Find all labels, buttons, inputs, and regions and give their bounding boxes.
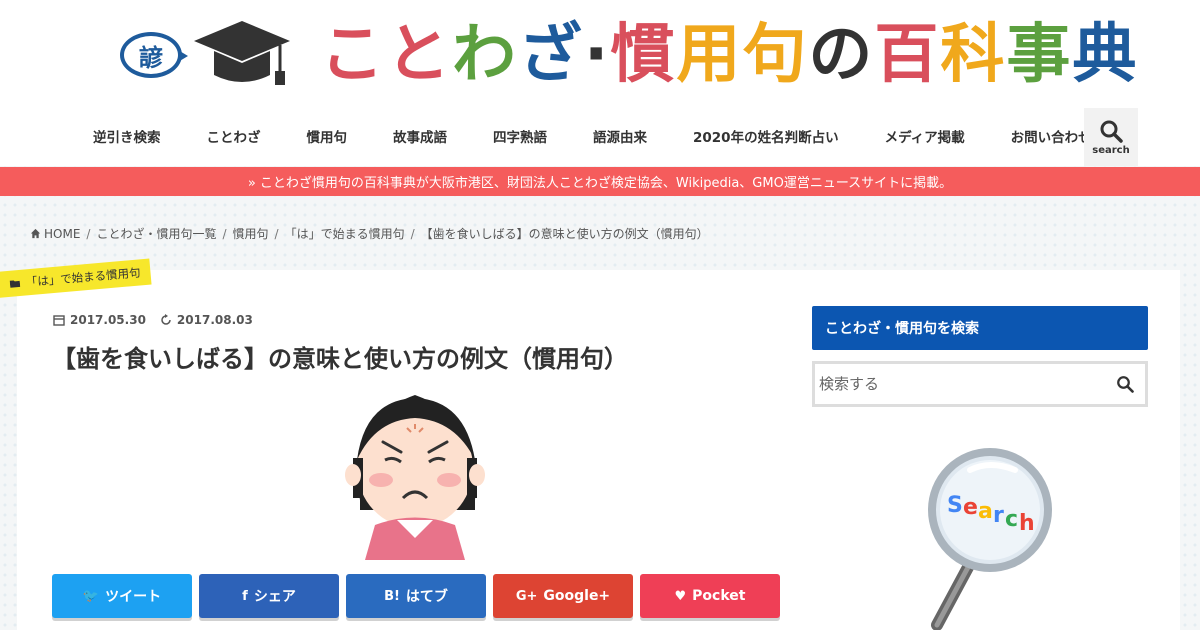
share-button-label: はてブ (405, 589, 448, 605)
nav-item[interactable]: 故事成語 (370, 126, 470, 146)
site-header: 諺 ことわざ · 慣用句の百科事典 逆引き検索 ことわざ 慣用句 故事成語 四字熟語 語源由来… (0, 0, 1200, 166)
notice-text: » ことわざ慣用句の百科事典が大阪市港区、財団法人ことわざ検定協会、Wikipe… (247, 176, 953, 191)
calendar-icon (53, 315, 65, 326)
svg-text:r: r (993, 503, 1004, 528)
nav-item[interactable]: 四字熟語 (470, 126, 570, 146)
svg-text:a: a (978, 499, 993, 524)
graduation-cap-icon (194, 21, 290, 85)
sidebar-search-box (812, 361, 1148, 407)
search-icon (1100, 120, 1123, 143)
logo-title-char: 事 (1006, 18, 1073, 92)
logo-title-char: と (386, 18, 452, 92)
home-icon (30, 228, 41, 239)
header-search-button[interactable]: search (1084, 108, 1138, 166)
share-button-hatena[interactable]: B! はてブ (346, 574, 486, 618)
svg-text:S: S (947, 493, 963, 518)
twitter-icon: 🐦 (82, 588, 100, 604)
logo-title-char: 典 (1072, 18, 1139, 92)
breadcrumb-link[interactable]: 「は」で始まる慣用句 (285, 225, 405, 242)
nav-item[interactable]: メディア掲載 (862, 126, 988, 146)
logo-title-char: 句 (742, 18, 809, 92)
sidebar-search-input[interactable] (815, 364, 1105, 404)
logo-title-char: の (808, 18, 875, 92)
nav-item[interactable]: 語源由来 (570, 126, 670, 146)
hatena-icon: B! (384, 588, 400, 604)
share-buttons: 🐦 ツイート f シェア B! はてブ G+ Google+ ♥ Pocket (52, 574, 780, 618)
category-text: 「は」で始まる慣用句 (25, 265, 142, 290)
breadcrumb-separator: / (86, 226, 91, 241)
share-button-googleplus[interactable]: G+ Google+ (493, 574, 633, 618)
logo-title-char: わ (452, 18, 518, 92)
googleplus-icon: G+ (515, 588, 538, 604)
breadcrumb-link[interactable]: 慣用句 (233, 225, 269, 242)
main-nav: 逆引き検索 ことわざ 慣用句 故事成語 四字熟語 語源由来 2020年の姓名判断占い メディア… (70, 108, 1115, 164)
breadcrumb-separator: / (222, 226, 227, 241)
nav-item[interactable]: 慣用句 (284, 126, 371, 146)
breadcrumb: HOME / ことわざ・慣用句一覧 / 慣用句 / 「は」で始まる慣用句 / 【歯を食いしばる】… (30, 225, 709, 242)
folder-icon (9, 280, 21, 288)
magnifier-search-illustration: S e a r c h (928, 448, 1052, 630)
logo-badge-text: 諺 (139, 43, 163, 72)
svg-text:e: e (963, 495, 978, 520)
logo-title-char: 百 (874, 18, 941, 92)
site-logo[interactable]: 諺 ことわざ · 慣用句の百科事典 (120, 10, 1138, 100)
svg-text:h: h (1019, 511, 1035, 536)
share-button-label: ツイート (105, 589, 162, 605)
share-button-twitter[interactable]: 🐦 ツイート (52, 574, 192, 618)
share-button-facebook[interactable]: f シェア (199, 574, 339, 618)
published-text: 2017.05.30 (70, 313, 146, 327)
search-label: search (1092, 144, 1130, 156)
breadcrumb-current: 【歯を食いしばる】の意味と使い方の例文（慣用句） (420, 227, 709, 241)
breadcrumb-link[interactable]: HOME (44, 227, 80, 241)
published-date: 2017.05.30 (53, 313, 146, 327)
breadcrumb-separator: / (274, 226, 279, 241)
sidebar-search-heading: ことわざ・慣用句を検索 (812, 306, 1148, 350)
sidebar-heading-text: ことわざ・慣用句を検索 (825, 321, 979, 337)
logo-title-char: 科 (940, 18, 1007, 92)
breadcrumb-link[interactable]: ことわざ・慣用句一覧 (96, 225, 216, 242)
logo-title-char: こ (320, 18, 386, 92)
article-title: 【歯を食いしばる】の意味と使い方の例文（慣用句） (52, 345, 628, 373)
share-button-label: Google+ (543, 588, 611, 604)
updated-text: 2017.08.03 (176, 313, 253, 327)
logo-title-char: ざ (518, 18, 584, 92)
logo-badge: 諺 (120, 32, 188, 78)
nav-item[interactable]: 逆引き検索 (70, 126, 184, 146)
pocket-icon: ♥ (674, 588, 687, 604)
search-icon (1117, 376, 1134, 393)
nav-item[interactable]: 2020年の姓名判断占い (670, 126, 862, 146)
logo-title-char: 用 (676, 18, 743, 92)
logo-title-char: 慣 (610, 18, 677, 92)
nav-item[interactable]: ことわざ (184, 126, 284, 146)
notice-bar[interactable]: » ことわざ慣用句の百科事典が大阪市港区、財団法人ことわざ検定協会、Wikipe… (0, 167, 1200, 196)
breadcrumb-separator: / (410, 226, 415, 241)
refresh-icon (161, 314, 171, 325)
share-button-label: Pocket (692, 588, 746, 604)
logo-title-char: · (584, 18, 611, 92)
clenched-teeth-girl-illustration (345, 395, 485, 560)
svg-text:c: c (1005, 507, 1018, 532)
article-meta: 2017.05.30 2017.08.03 (53, 313, 253, 327)
site-title: ことわざ · 慣用句の百科事典 (320, 23, 1138, 87)
share-button-pocket[interactable]: ♥ Pocket (640, 574, 780, 618)
updated-date: 2017.08.03 (160, 313, 253, 327)
share-button-label: シェア (253, 589, 296, 605)
facebook-icon: f (242, 588, 248, 604)
sidebar-search-button[interactable] (1105, 364, 1145, 404)
